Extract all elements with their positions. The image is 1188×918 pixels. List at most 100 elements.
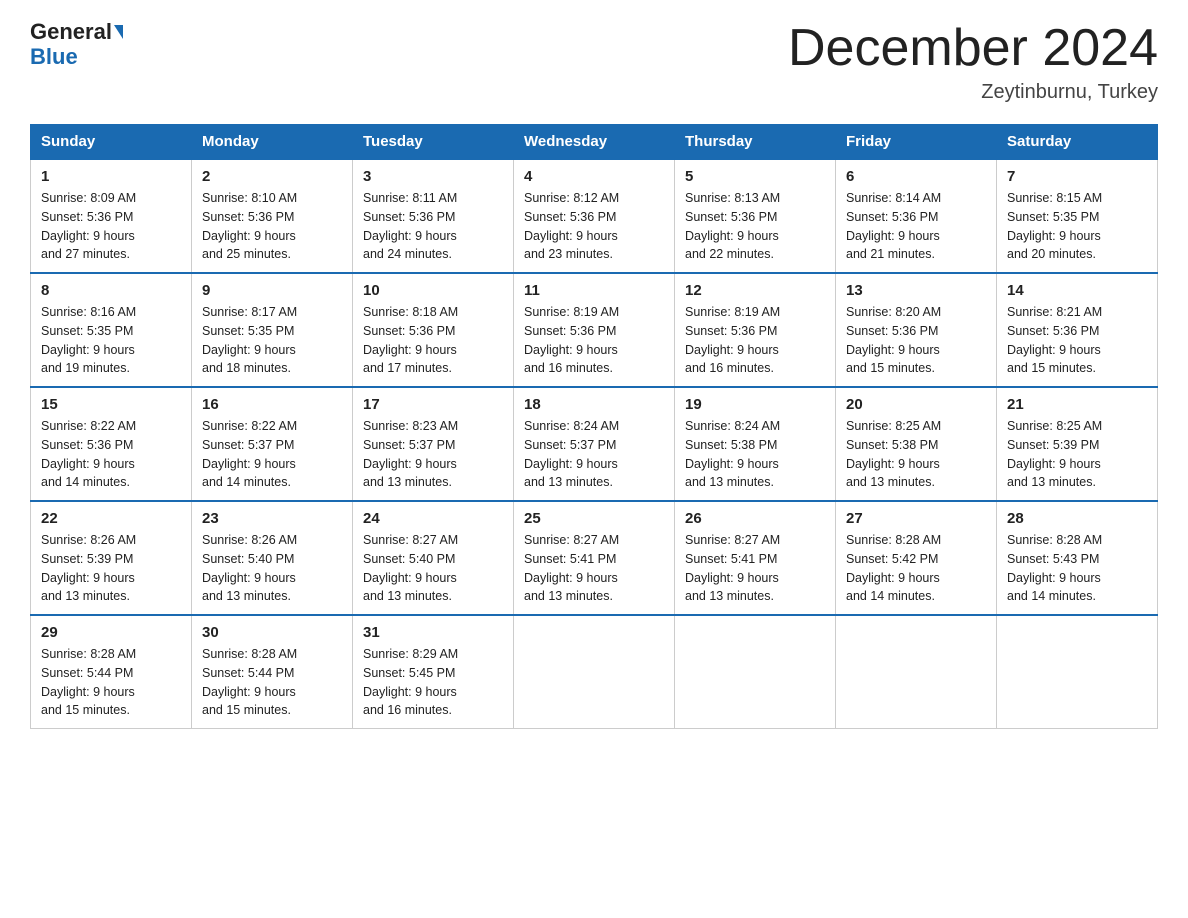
day-info: Sunrise: 8:28 AMSunset: 5:44 PMDaylight:…	[41, 645, 181, 720]
day-number: 28	[1007, 510, 1147, 527]
day-number: 23	[202, 510, 342, 527]
calendar-cell: 24Sunrise: 8:27 AMSunset: 5:40 PMDayligh…	[353, 501, 514, 615]
calendar-cell: 1 Sunrise: 8:09 AMSunset: 5:36 PMDaylight…	[31, 159, 192, 273]
day-number: 31	[363, 624, 503, 641]
day-info: Sunrise: 8:18 AMSunset: 5:36 PMDaylight:…	[363, 303, 503, 378]
day-info: Sunrise: 8:24 AMSunset: 5:38 PMDaylight:…	[685, 417, 825, 492]
column-header-thursday: Thursday	[675, 125, 836, 160]
calendar-cell: 31 Sunrise: 8:29 AMSunset: 5:45 PMDayligh…	[353, 615, 514, 729]
day-number: 20	[846, 396, 986, 413]
calendar-cell: 10 Sunrise: 8:18 AMSunset: 5:36 PMDayligh…	[353, 273, 514, 387]
day-info: Sunrise: 8:22 AMSunset: 5:36 PMDaylight:…	[41, 417, 181, 492]
calendar-cell: 11 Sunrise: 8:19 AMSunset: 5:36 PMDayligh…	[514, 273, 675, 387]
calendar-cell: 25Sunrise: 8:27 AMSunset: 5:41 PMDayligh…	[514, 501, 675, 615]
day-number: 8	[41, 282, 181, 299]
column-header-sunday: Sunday	[31, 125, 192, 160]
logo-general: General	[30, 20, 112, 44]
week-row-4: 22Sunrise: 8:26 AMSunset: 5:39 PMDayligh…	[31, 501, 1158, 615]
location-title: Zeytinburnu, Turkey	[788, 81, 1158, 104]
day-info: Sunrise: 8:28 AMSunset: 5:44 PMDaylight:…	[202, 645, 342, 720]
calendar-cell: 3 Sunrise: 8:11 AMSunset: 5:36 PMDaylight…	[353, 159, 514, 273]
day-number: 27	[846, 510, 986, 527]
day-info: Sunrise: 8:24 AMSunset: 5:37 PMDaylight:…	[524, 417, 664, 492]
day-number: 15	[41, 396, 181, 413]
calendar-cell: 16 Sunrise: 8:22 AMSunset: 5:37 PMDayligh…	[192, 387, 353, 501]
day-number: 1	[41, 168, 181, 185]
day-number: 14	[1007, 282, 1147, 299]
calendar-cell: 27 Sunrise: 8:28 AMSunset: 5:42 PMDayligh…	[836, 501, 997, 615]
day-number: 11	[524, 282, 664, 299]
day-info: Sunrise: 8:29 AMSunset: 5:45 PMDaylight:…	[363, 645, 503, 720]
month-title: December 2024	[788, 20, 1158, 77]
calendar-cell: 15 Sunrise: 8:22 AMSunset: 5:36 PMDayligh…	[31, 387, 192, 501]
calendar-cell	[514, 615, 675, 729]
day-info: Sunrise: 8:21 AMSunset: 5:36 PMDaylight:…	[1007, 303, 1147, 378]
calendar-cell: 22Sunrise: 8:26 AMSunset: 5:39 PMDayligh…	[31, 501, 192, 615]
day-number: 5	[685, 168, 825, 185]
calendar-cell: 8 Sunrise: 8:16 AMSunset: 5:35 PMDaylight…	[31, 273, 192, 387]
column-header-tuesday: Tuesday	[353, 125, 514, 160]
day-number: 6	[846, 168, 986, 185]
day-number: 3	[363, 168, 503, 185]
day-info: Sunrise: 8:25 AMSunset: 5:39 PMDaylight:…	[1007, 417, 1147, 492]
day-info: Sunrise: 8:16 AMSunset: 5:35 PMDaylight:…	[41, 303, 181, 378]
column-header-wednesday: Wednesday	[514, 125, 675, 160]
day-number: 9	[202, 282, 342, 299]
day-number: 2	[202, 168, 342, 185]
day-info: Sunrise: 8:27 AMSunset: 5:40 PMDaylight:…	[363, 531, 503, 606]
calendar-cell: 5Sunrise: 8:13 AMSunset: 5:36 PMDaylight…	[675, 159, 836, 273]
day-info: Sunrise: 8:20 AMSunset: 5:36 PMDaylight:…	[846, 303, 986, 378]
calendar-cell: 30Sunrise: 8:28 AMSunset: 5:44 PMDayligh…	[192, 615, 353, 729]
calendar-cell: 21 Sunrise: 8:25 AMSunset: 5:39 PMDayligh…	[997, 387, 1158, 501]
day-number: 21	[1007, 396, 1147, 413]
calendar-cell	[997, 615, 1158, 729]
calendar-cell: 28Sunrise: 8:28 AMSunset: 5:43 PMDayligh…	[997, 501, 1158, 615]
calendar-cell: 19 Sunrise: 8:24 AMSunset: 5:38 PMDayligh…	[675, 387, 836, 501]
day-number: 7	[1007, 168, 1147, 185]
calendar-cell: 4 Sunrise: 8:12 AMSunset: 5:36 PMDaylight…	[514, 159, 675, 273]
calendar-cell: 13 Sunrise: 8:20 AMSunset: 5:36 PMDayligh…	[836, 273, 997, 387]
day-info: Sunrise: 8:09 AMSunset: 5:36 PMDaylight:…	[41, 189, 181, 264]
title-block: December 2024 Zeytinburnu, Turkey	[788, 20, 1158, 104]
calendar-cell	[675, 615, 836, 729]
day-info: Sunrise: 8:27 AMSunset: 5:41 PMDaylight:…	[685, 531, 825, 606]
logo: General Blue	[30, 20, 123, 70]
calendar-cell: 6 Sunrise: 8:14 AMSunset: 5:36 PMDaylight…	[836, 159, 997, 273]
calendar-cell: 26 Sunrise: 8:27 AMSunset: 5:41 PMDayligh…	[675, 501, 836, 615]
day-number: 25	[524, 510, 664, 527]
day-info: Sunrise: 8:19 AMSunset: 5:36 PMDaylight:…	[524, 303, 664, 378]
day-info: Sunrise: 8:26 AMSunset: 5:40 PMDaylight:…	[202, 531, 342, 606]
day-number: 26	[685, 510, 825, 527]
logo-blue: Blue	[30, 44, 78, 70]
day-info: Sunrise: 8:12 AMSunset: 5:36 PMDaylight:…	[524, 189, 664, 264]
day-info: Sunrise: 8:22 AMSunset: 5:37 PMDaylight:…	[202, 417, 342, 492]
page-header: General Blue December 2024 Zeytinburnu, …	[30, 20, 1158, 104]
day-info: Sunrise: 8:17 AMSunset: 5:35 PMDaylight:…	[202, 303, 342, 378]
calendar-cell: 12Sunrise: 8:19 AMSunset: 5:36 PMDayligh…	[675, 273, 836, 387]
day-info: Sunrise: 8:23 AMSunset: 5:37 PMDaylight:…	[363, 417, 503, 492]
day-number: 10	[363, 282, 503, 299]
day-number: 17	[363, 396, 503, 413]
calendar-cell: 9 Sunrise: 8:17 AMSunset: 5:35 PMDaylight…	[192, 273, 353, 387]
calendar-table: SundayMondayTuesdayWednesdayThursdayFrid…	[30, 124, 1158, 729]
day-info: Sunrise: 8:28 AMSunset: 5:42 PMDaylight:…	[846, 531, 986, 606]
day-info: Sunrise: 8:14 AMSunset: 5:36 PMDaylight:…	[846, 189, 986, 264]
day-info: Sunrise: 8:25 AMSunset: 5:38 PMDaylight:…	[846, 417, 986, 492]
week-row-5: 29 Sunrise: 8:28 AMSunset: 5:44 PMDayligh…	[31, 615, 1158, 729]
day-info: Sunrise: 8:11 AMSunset: 5:36 PMDaylight:…	[363, 189, 503, 264]
day-number: 4	[524, 168, 664, 185]
calendar-cell: 7 Sunrise: 8:15 AMSunset: 5:35 PMDaylight…	[997, 159, 1158, 273]
day-number: 29	[41, 624, 181, 641]
calendar-cell	[836, 615, 997, 729]
week-row-2: 8 Sunrise: 8:16 AMSunset: 5:35 PMDaylight…	[31, 273, 1158, 387]
calendar-cell: 14 Sunrise: 8:21 AMSunset: 5:36 PMDayligh…	[997, 273, 1158, 387]
column-header-saturday: Saturday	[997, 125, 1158, 160]
column-header-monday: Monday	[192, 125, 353, 160]
calendar-cell: 29 Sunrise: 8:28 AMSunset: 5:44 PMDayligh…	[31, 615, 192, 729]
day-number: 12	[685, 282, 825, 299]
day-number: 16	[202, 396, 342, 413]
day-info: Sunrise: 8:15 AMSunset: 5:35 PMDaylight:…	[1007, 189, 1147, 264]
day-number: 19	[685, 396, 825, 413]
day-number: 13	[846, 282, 986, 299]
day-number: 22	[41, 510, 181, 527]
